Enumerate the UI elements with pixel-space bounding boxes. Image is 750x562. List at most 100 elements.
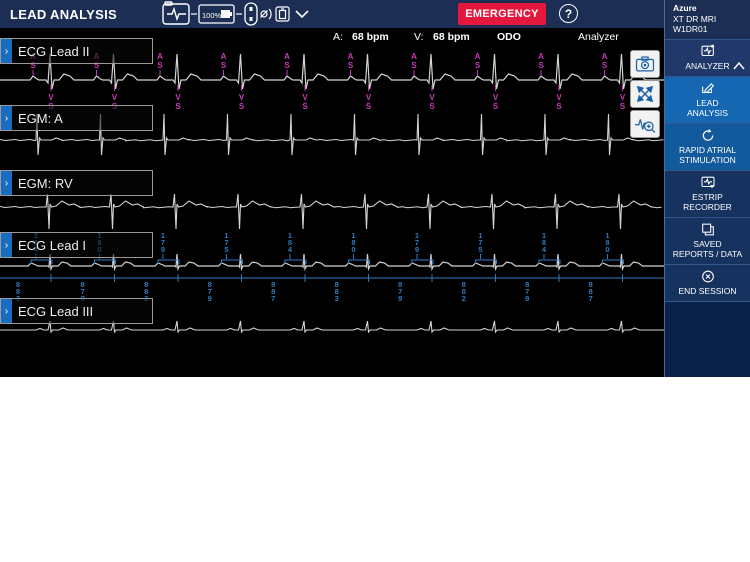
saved-reports-icon [667, 222, 748, 237]
interval-value: 9 [415, 245, 419, 254]
device-name-series: XT DR MRI [673, 14, 750, 25]
strip-label-ecg-lead-ii[interactable]: › ECG Lead II [0, 38, 153, 64]
strip-expand-chevron-icon[interactable]: › [1, 171, 12, 195]
sidebar-item-analyzer[interactable]: ANALYZER [665, 39, 750, 77]
strip-expand-chevron-icon[interactable]: › [1, 39, 12, 63]
interval-value: 0 [351, 245, 355, 254]
strip-expand-chevron-icon[interactable]: › [1, 233, 12, 257]
zoom-waveform-button[interactable] [630, 110, 660, 138]
strip-expand-chevron-icon[interactable]: › [1, 299, 12, 323]
interval-value: 5 [224, 245, 228, 254]
page-title: LEAD ANALYSIS [10, 7, 117, 22]
interval-value: S [602, 61, 608, 70]
top-bar: LEAD ANALYSIS 100% [0, 0, 664, 28]
interval-value: V [366, 93, 372, 102]
interval-value: A [284, 52, 290, 61]
interval-value: 9 [525, 294, 529, 303]
chevron-up-icon [733, 62, 745, 70]
interval-value: 7 [589, 294, 593, 303]
interval-value: 9 [398, 294, 402, 303]
interval-value: S [157, 61, 163, 70]
sidebar-item-label: LEAD [667, 98, 748, 108]
waveform-zoom-icon [633, 114, 657, 134]
interval-value: V [493, 93, 499, 102]
strip-label-ecg-lead-iii[interactable]: › ECG Lead III [0, 298, 153, 324]
sidebar-item-label: STIMULATION [667, 155, 748, 165]
interval-value: V [429, 93, 435, 102]
ecg-traces: ASVSASVSASVSASVSASVSASVSASVSASVSASVSASVS… [0, 28, 664, 377]
interval-value: 9 [208, 294, 212, 303]
battery-pct-text: 100% [202, 11, 222, 20]
interval-value: 3 [335, 294, 339, 303]
waveform-tools [630, 50, 660, 138]
chevron-down-icon [296, 11, 308, 17]
estrip-recorder-icon [667, 175, 748, 190]
interval-value: A [411, 52, 417, 61]
interval-value: S [366, 102, 372, 111]
device-name-model: Azure [673, 3, 750, 14]
sidebar-item-lead-analysis[interactable]: LEAD ANALYSIS [665, 77, 750, 124]
device-name: Azure XT DR MRI W1DR01 [665, 0, 750, 39]
interval-value: 4 [542, 245, 547, 254]
snapshot-button[interactable] [630, 50, 660, 78]
camera-icon [634, 54, 656, 74]
interval-value: S [348, 61, 354, 70]
interval-value: V [175, 93, 181, 102]
telemetry-head-icon [245, 3, 257, 25]
help-button[interactable]: ? [559, 4, 578, 23]
sidebar-item-rapid-atrial-stimulation[interactable]: RAPID ATRIAL STIMULATION [665, 124, 750, 171]
sidebar-item-label: RECORDER [667, 202, 748, 212]
interval-value: A [475, 52, 481, 61]
lead-analysis-icon [667, 81, 748, 96]
expand-arrows-icon [635, 84, 655, 104]
interval-value: S [620, 102, 626, 111]
sidebar-item-label: REPORTS / DATA [667, 249, 748, 259]
interval-value: A [157, 52, 163, 61]
strip-label-egm-a[interactable]: › EGM: A [0, 105, 153, 131]
sidebar-item-end-session[interactable]: END SESSION [665, 265, 750, 302]
interval-value: S [411, 61, 417, 70]
sidebar-item-label: ANALYSIS [667, 108, 748, 118]
interval-value: S [175, 102, 181, 111]
sidebar-item-label: ANALYZER [685, 61, 729, 71]
interval-value: S [538, 61, 544, 70]
strip-title: EGM: RV [18, 176, 73, 191]
emergency-button[interactable]: EMERGENCY [458, 3, 546, 25]
interval-value: S [221, 61, 227, 70]
interval-value: S [475, 61, 481, 70]
interval-value: V [620, 93, 626, 102]
interval-value: 4 [288, 245, 293, 254]
strip-label-ecg-lead-i[interactable]: › ECG Lead I [0, 232, 153, 258]
end-session-icon [667, 269, 748, 284]
strip-expand-chevron-icon[interactable]: › [1, 106, 12, 130]
strip-title: ECG Lead I [18, 238, 86, 253]
strip-title: ECG Lead III [18, 304, 93, 319]
interval-value: V [302, 93, 308, 102]
interval-value: A [221, 52, 227, 61]
interval-value: S [429, 102, 435, 111]
sound-icon [261, 9, 272, 19]
device-name-code: W1DR01 [673, 24, 750, 35]
strip-label-egm-rv[interactable]: › EGM: RV [0, 170, 153, 196]
sidebar-item-label: END SESSION [667, 286, 748, 296]
interval-value: S [493, 102, 499, 111]
programmer-icon [163, 2, 189, 24]
interval-value: 7 [271, 294, 275, 303]
interval-value: 5 [478, 245, 482, 254]
sidebar-item-label: ESTRIP [667, 192, 748, 202]
interval-value: V [48, 93, 54, 102]
sidebar-item-label: SAVED [667, 239, 748, 249]
sidebar-item-label: RAPID ATRIAL [667, 145, 748, 155]
interval-value: A [538, 52, 544, 61]
interval-value: 2 [462, 294, 466, 303]
interval-value: V [556, 93, 562, 102]
expand-waveform-button[interactable] [630, 80, 660, 108]
rapid-stimulation-icon [667, 128, 748, 143]
sidebar-item-saved-reports-data[interactable]: SAVED REPORTS / DATA [665, 218, 750, 265]
analyzer-icon [667, 44, 748, 59]
connection-status-icons: 100% [160, 1, 310, 27]
interval-value: S [302, 102, 308, 111]
sidebar-item-estrip-recorder[interactable]: ESTRIP RECORDER [665, 171, 750, 218]
interval-value: V [239, 93, 245, 102]
interval-value: S [284, 61, 290, 70]
